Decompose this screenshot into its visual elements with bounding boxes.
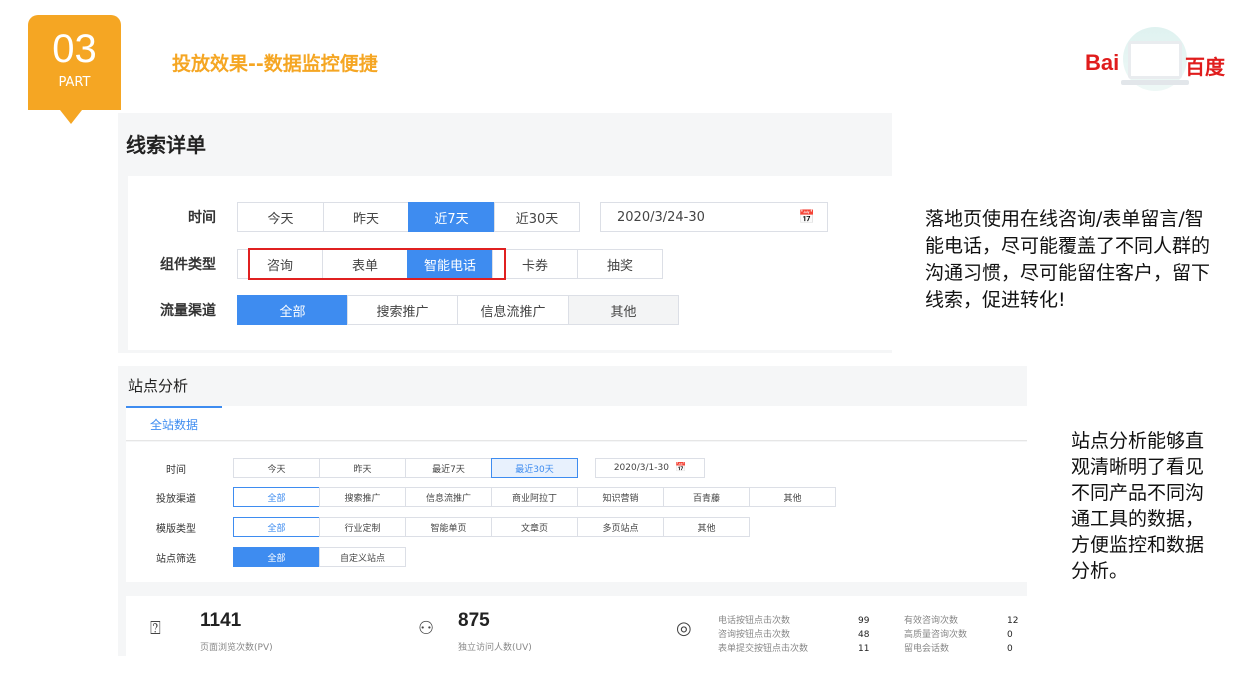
part-badge: 03 PART [28,15,121,110]
laptop-icon [1128,41,1182,79]
site-channel-option[interactable]: 知识营销 [577,487,664,507]
metric-row: 电话按钮点击次数 99 [718,616,870,626]
highlight-box [248,248,506,280]
site-date-value: 2020/3/1-30 [613,463,669,473]
site-panel: 站点分析 全站数据 时间 今天 昨天 最近7天 最近30天 2020/3/1-3… [118,366,1027,656]
site-channel-option[interactable]: 商业阿拉丁 [491,487,578,507]
site-filter-segment: 全部 自定义站点 [233,547,406,567]
date-value: 2020/3/24-30 [617,209,705,225]
leads-description: 落地页使用在线咨询/表单留言/智能电话，尽可能覆盖了不同人群的沟通习惯，尽可能留… [925,208,1211,311]
site-template-option[interactable]: 多页站点 [577,517,664,537]
site-channel-label: 投放渠道 [156,493,196,505]
part-number: 03 [52,27,97,71]
site-channel-option[interactable]: 其他 [749,487,836,507]
site-filter-label: 站点筛选 [156,553,196,565]
site-time-segment: 今天 昨天 最近7天 最近30天 [233,458,578,478]
metric-row: 有效咨询次数 12 [904,616,1019,626]
site-template-label: 模版类型 [156,523,196,535]
site-time-option[interactable]: 昨天 [319,458,406,478]
pv-label: 页面浏览次数(PV) [200,643,273,653]
site-template-row: 模版类型 全部 行业定制 智能单页 文章页 多页站点 其他 [126,517,750,537]
site-template-segment: 全部 行业定制 智能单页 文章页 多页站点 其他 [233,517,750,537]
leads-panel: 线索详单 时间 今天 昨天 近7天 近30天 2020/3/24-30 📅 组件… [118,113,892,353]
site-time-option[interactable]: 最近7天 [405,458,492,478]
site-description: 站点分析能够直观清晰明了看见不同产品不同沟通工具的数据，方便监控和数据分析。 [1071,430,1205,582]
logo-text-baidu: 百度 [1185,55,1225,79]
time-option[interactable]: 今天 [237,202,324,232]
metric-row: 咨询按钮点击次数 48 [718,630,870,640]
metric-row: 留电会话数 0 [904,644,1013,654]
tab-all-site-data[interactable]: 全站数据 [126,406,222,441]
site-channel-option[interactable]: 信息流推广 [405,487,492,507]
site-channel-option[interactable]: 搜索推广 [319,487,406,507]
badge-pointer [60,110,82,124]
time-option[interactable]: 昨天 [323,202,409,232]
site-time-row: 时间 今天 昨天 最近7天 最近30天 2020/3/1-30 📅 [126,458,705,478]
site-template-option[interactable]: 全部 [233,517,320,537]
calendar-icon: 📅 [674,463,687,473]
slide-title: 投放效果--数据监控便捷 [172,53,378,75]
channel-segment: 全部 搜索推广 信息流推广 其他 [237,295,679,325]
metric-row: 表单提交按钮点击次数 11 [718,644,870,654]
pv-value: 1141 [200,610,242,631]
logo-text-bai: Bai [1085,50,1120,75]
site-filter-option[interactable]: 自定义站点 [319,547,406,567]
leads-filter-card: 时间 今天 昨天 近7天 近30天 2020/3/24-30 📅 组件类型 咨询… [128,176,892,350]
target-icon: ◎ [676,618,692,639]
channel-option[interactable]: 全部 [237,295,348,325]
site-channel-row: 投放渠道 全部 搜索推广 信息流推广 商业阿拉丁 知识营销 百青藤 其他 [126,487,836,507]
time-option[interactable]: 近30天 [494,202,580,232]
channel-row: 流量渠道 全部 搜索推广 信息流推广 其他 [128,295,679,325]
baidu-logo: Bai 百度 [1085,25,1233,98]
site-time-label: 时间 [166,464,186,476]
site-time-option[interactable]: 今天 [233,458,320,478]
site-filter-card: 时间 今天 昨天 最近7天 最近30天 2020/3/1-30 📅 投放渠道 全… [126,442,1027,582]
site-template-option[interactable]: 文章页 [491,517,578,537]
channel-label: 流量渠道 [160,303,216,319]
site-filter-option[interactable]: 全部 [233,547,320,567]
component-label: 组件类型 [160,257,216,273]
date-picker[interactable]: 2020/3/24-30 📅 [600,202,828,232]
site-template-option[interactable]: 行业定制 [319,517,406,537]
channel-option[interactable]: 搜索推广 [347,295,458,325]
metrics-left: 电话按钮点击次数 99 咨询按钮点击次数 48 表单提交按钮点击次数 11 [718,614,869,656]
time-label: 时间 [188,210,216,226]
site-time-option[interactable]: 最近30天 [491,458,578,478]
time-option[interactable]: 近7天 [408,202,495,232]
site-title: 站点分析 [128,377,189,395]
metric-row: 高质量咨询次数 0 [904,630,1013,640]
site-template-option[interactable]: 其他 [663,517,750,537]
site-template-option[interactable]: 智能单页 [405,517,492,537]
site-channel-option[interactable]: 百青藤 [663,487,750,507]
uv-label: 独立访问人数(UV) [458,643,532,653]
site-date-picker[interactable]: 2020/3/1-30 📅 [595,458,705,478]
site-stats: ⍰ 1141 页面浏览次数(PV) ⚇ 875 独立访问人数(UV) ◎ 电话按… [126,596,1027,656]
calendar-icon: 📅 [798,209,815,225]
uv-value: 875 [458,610,490,631]
site-channel-segment: 全部 搜索推广 信息流推广 商业阿拉丁 知识营销 百青藤 其他 [233,487,836,507]
laptop-base [1121,80,1189,85]
component-option[interactable]: 抽奖 [577,249,663,279]
leads-title: 线索详单 [126,133,206,157]
time-row: 时间 今天 昨天 近7天 近30天 2020/3/24-30 📅 [128,202,828,232]
channel-option[interactable]: 其他 [568,295,679,325]
time-segment: 今天 昨天 近7天 近30天 [237,202,580,232]
pageview-icon: ⍰ [150,618,161,639]
part-label: PART [58,75,91,90]
site-channel-option[interactable]: 全部 [233,487,320,507]
metrics-right: 有效咨询次数 12 高质量咨询次数 0 留电会话数 0 [904,614,1018,656]
site-filter-row: 站点筛选 全部 自定义站点 [126,547,406,567]
site-tabbar: 全站数据 [126,406,1027,441]
visitors-icon: ⚇ [418,618,435,639]
channel-option[interactable]: 信息流推广 [457,295,569,325]
